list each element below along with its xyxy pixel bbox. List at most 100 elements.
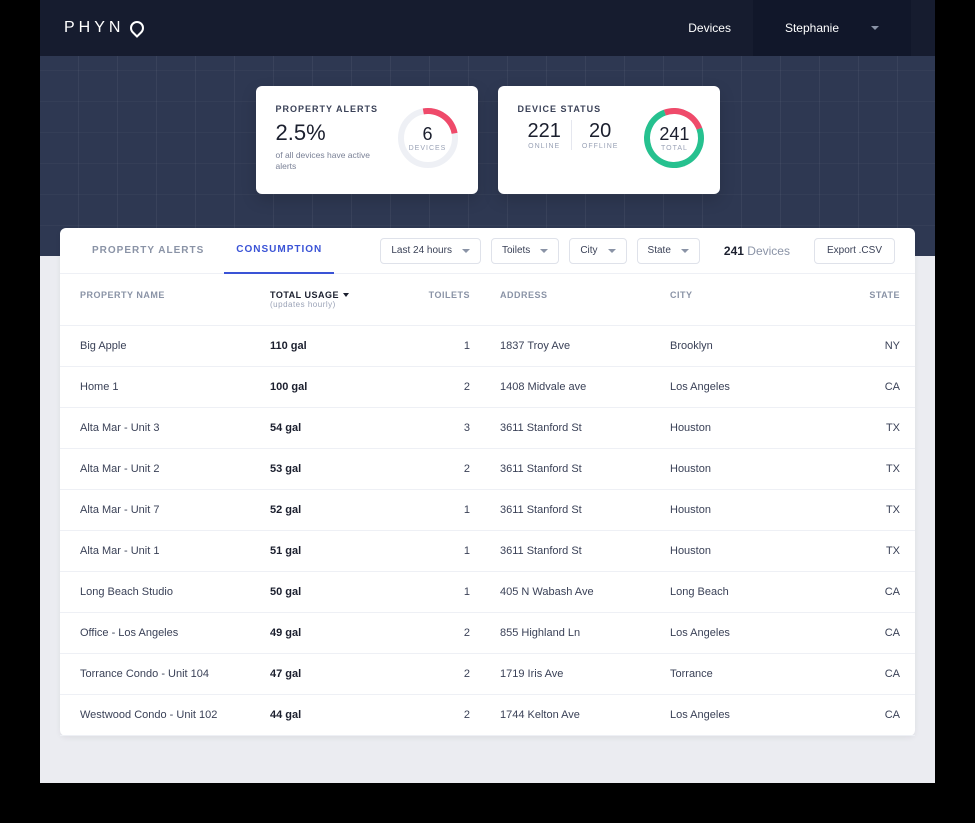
filter-time[interactable]: Last 24 hours [380, 238, 481, 264]
filter-state[interactable]: State [637, 238, 700, 264]
cell-toilets: 1 [390, 340, 500, 352]
filter-type[interactable]: Toilets [491, 238, 559, 264]
cell-property-name: Alta Mar - Unit 7 [80, 504, 270, 516]
table-body: Big Apple110 gal11837 Troy AveBrooklynNY… [60, 326, 915, 736]
col-state[interactable]: STATE [810, 290, 900, 309]
cell-property-name: Alta Mar - Unit 2 [80, 463, 270, 475]
tab-consumption[interactable]: CONSUMPTION [224, 228, 334, 274]
app-frame: PHYN Devices Stephanie PROPERTY ALERTS 2… [40, 0, 935, 783]
cell-usage: 53 gal [270, 463, 390, 475]
usage-subtext: (updates hourly) [270, 300, 390, 309]
nav-devices[interactable]: Devices [666, 0, 753, 56]
cell-property-name: Alta Mar - Unit 3 [80, 422, 270, 434]
device-count: 241 Devices [724, 244, 790, 258]
chevron-down-icon [608, 249, 616, 253]
cell-address: 1408 Midvale ave [500, 381, 670, 393]
ring-accent-icon [386, 96, 470, 180]
cell-toilets: 1 [390, 504, 500, 516]
cell-city: Torrance [670, 668, 810, 680]
table-row[interactable]: Home 1100 gal21408 Midvale aveLos Angele… [60, 367, 915, 408]
export-csv-button[interactable]: Export .CSV [814, 238, 895, 264]
status-online: 221 ONLINE [518, 120, 572, 150]
cell-city: Los Angeles [670, 627, 810, 639]
cell-usage: 51 gal [270, 545, 390, 557]
cell-usage: 110 gal [270, 340, 390, 352]
cell-property-name: Westwood Condo - Unit 102 [80, 709, 270, 721]
user-name: Stephanie [785, 21, 839, 35]
chevron-down-icon [681, 249, 689, 253]
filter-time-label: Last 24 hours [391, 245, 452, 256]
alerts-card-label: PROPERTY ALERTS [276, 104, 382, 114]
cell-address: 855 Highland Ln [500, 627, 670, 639]
table-row[interactable]: Alta Mar - Unit 151 gal13611 Stanford St… [60, 531, 915, 572]
sort-desc-icon [343, 293, 349, 297]
cell-usage: 44 gal [270, 709, 390, 721]
table-row[interactable]: Long Beach Studio50 gal1405 N Wabash Ave… [60, 572, 915, 613]
col-toilets[interactable]: TOILETS [390, 290, 500, 309]
cell-state: CA [810, 381, 900, 393]
cell-city: Houston [670, 504, 810, 516]
cell-state: NY [810, 340, 900, 352]
brand-text: PHYN [64, 19, 124, 37]
col-address[interactable]: ADDRESS [500, 290, 670, 309]
panel-head: PROPERTY ALERTS CONSUMPTION Last 24 hour… [60, 228, 915, 274]
col-city[interactable]: CITY [670, 290, 810, 309]
alerts-percentage: 2.5% [276, 120, 382, 146]
cell-state: CA [810, 709, 900, 721]
cell-state: TX [810, 463, 900, 475]
status-numbers: 221 ONLINE 20 OFFLINE [518, 120, 629, 150]
ring-accent-icon [635, 98, 715, 178]
filters-group: Last 24 hours Toilets City State 241 [380, 238, 895, 264]
cell-state: CA [810, 668, 900, 680]
cell-toilets: 1 [390, 545, 500, 557]
cell-city: Houston [670, 463, 810, 475]
status-offline: 20 OFFLINE [572, 120, 629, 150]
table-row[interactable]: Alta Mar - Unit 253 gal23611 Stanford St… [60, 449, 915, 490]
cell-usage: 54 gal [270, 422, 390, 434]
col-total-usage[interactable]: TOTAL USAGE (updates hourly) [270, 290, 390, 309]
cell-toilets: 1 [390, 586, 500, 598]
status-ring: 241 TOTAL [644, 108, 704, 168]
table-row[interactable]: Alta Mar - Unit 354 gal33611 Stanford St… [60, 408, 915, 449]
usage-header-text: TOTAL USAGE [270, 290, 339, 300]
alerts-text-group: PROPERTY ALERTS 2.5% of all devices have… [276, 104, 382, 176]
tab-property-alerts[interactable]: PROPERTY ALERTS [80, 228, 216, 274]
table-row[interactable]: Big Apple110 gal11837 Troy AveBrooklynNY [60, 326, 915, 367]
cell-toilets: 3 [390, 422, 500, 434]
cell-state: TX [810, 422, 900, 434]
cell-toilets: 2 [390, 463, 500, 475]
chevron-down-icon [462, 249, 470, 253]
col-property-name[interactable]: PROPERTY NAME [80, 290, 270, 309]
user-menu[interactable]: Stephanie [753, 0, 911, 56]
cell-address: 1744 Kelton Ave [500, 709, 670, 721]
cell-address: 1837 Troy Ave [500, 340, 670, 352]
topbar: PHYN Devices Stephanie [40, 0, 935, 56]
online-label: ONLINE [528, 143, 561, 150]
cell-address: 3611 Stanford St [500, 504, 670, 516]
table-row[interactable]: Alta Mar - Unit 752 gal13611 Stanford St… [60, 490, 915, 531]
cell-toilets: 2 [390, 709, 500, 721]
cell-state: CA [810, 627, 900, 639]
topnav: Devices Stephanie [666, 0, 911, 56]
cell-toilets: 2 [390, 627, 500, 639]
filter-city[interactable]: City [569, 238, 626, 264]
cell-state: TX [810, 504, 900, 516]
status-card-label: DEVICE STATUS [518, 104, 629, 114]
alerts-ring: 6 DEVICES [398, 108, 458, 168]
cell-usage: 49 gal [270, 627, 390, 639]
table-row[interactable]: Westwood Condo - Unit 10244 gal21744 Kel… [60, 695, 915, 736]
cell-property-name: Home 1 [80, 381, 270, 393]
table-row[interactable]: Torrance Condo - Unit 10447 gal21719 Iri… [60, 654, 915, 695]
online-value: 221 [528, 120, 561, 143]
cell-city: Houston [670, 422, 810, 434]
cell-property-name: Big Apple [80, 340, 270, 352]
cell-property-name: Long Beach Studio [80, 586, 270, 598]
status-text-group: DEVICE STATUS 221 ONLINE 20 OFFLINE [518, 104, 629, 176]
device-status-card: DEVICE STATUS 221 ONLINE 20 OFFLINE 241 … [498, 86, 720, 194]
data-panel: PROPERTY ALERTS CONSUMPTION Last 24 hour… [60, 228, 915, 736]
table-header: PROPERTY NAME TOTAL USAGE (updates hourl… [60, 274, 915, 326]
alerts-subtext: of all devices have active alerts [276, 150, 382, 172]
table-row[interactable]: Office - Los Angeles49 gal2855 Highland … [60, 613, 915, 654]
filter-city-label: City [580, 245, 597, 256]
chevron-down-icon [871, 26, 879, 30]
